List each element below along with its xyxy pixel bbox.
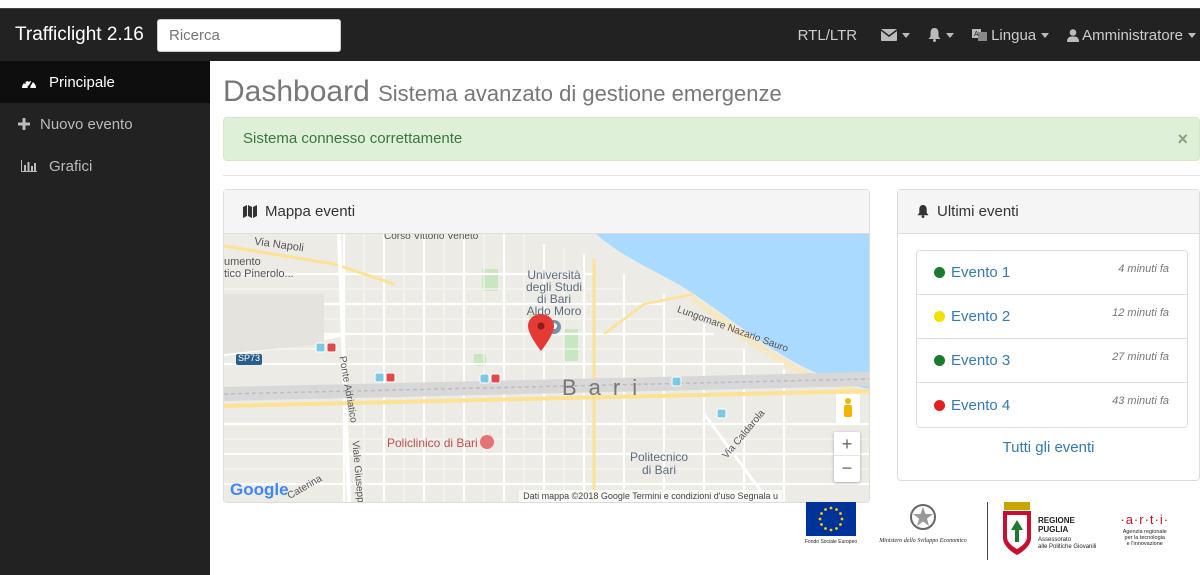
- event-name: Evento 4: [951, 396, 1011, 414]
- arti-logo: ·a·r·t·i· Agenzia regionale per la tecno…: [1120, 512, 1170, 547]
- map-label-sp73: SP73: [238, 353, 261, 363]
- envelope-icon: [881, 29, 898, 41]
- event-time: 4 minuti fa: [1118, 263, 1169, 275]
- events-panel-heading: Ultimi eventi: [898, 190, 1199, 234]
- zoom-in-button[interactable]: +: [834, 432, 860, 456]
- user-icon: [1067, 28, 1080, 42]
- eu-caption: Fondo Sociale Europeo: [804, 539, 858, 545]
- bell-icon: [928, 28, 941, 42]
- sidebar-item-principale[interactable]: Principale: [0, 61, 210, 103]
- page-subtitle: Sistema avanzato di gestione emergenze: [378, 81, 782, 106]
- map-panel-title: Mappa eventi: [265, 203, 356, 220]
- messages-dropdown[interactable]: [881, 29, 911, 41]
- google-logo: Google: [230, 480, 289, 499]
- alert-text: Sistema connesso correttamente: [243, 130, 463, 147]
- zoom-out-button[interactable]: −: [834, 456, 860, 480]
- all-events-link[interactable]: Tutti gli eventi: [898, 439, 1199, 456]
- bar-chart-icon: [18, 160, 40, 172]
- chevron-down-icon: [946, 32, 955, 38]
- events-list: Evento 1 4 minuti fa Evento 2 12 minuti …: [916, 250, 1188, 428]
- zoom-controls: + −: [834, 432, 860, 482]
- close-icon[interactable]: ×: [1177, 129, 1188, 150]
- map-attribution: Dati mappa ©2018 Google Termini e condiz…: [519, 490, 782, 502]
- map-panel-heading: Mappa eventi: [224, 190, 869, 234]
- user-dropdown[interactable]: Amministratore: [1067, 27, 1196, 44]
- events-panel: Ultimi eventi Evento 1 4 minuti fa Event…: [897, 189, 1200, 481]
- regione-puglia-logo: REGIONE PUGLIA Assessorato alle Politich…: [1002, 502, 1096, 556]
- chevron-down-icon: [1188, 32, 1196, 38]
- page-title: Dashboard Sistema avanzato di gestione e…: [223, 75, 1200, 109]
- status-dot: [934, 311, 945, 322]
- puglia-shield-icon: [1003, 502, 1031, 555]
- regione-text: REGIONE PUGLIA Assessorato alle Politich…: [1038, 516, 1097, 550]
- map-label-monumento: umento: [224, 256, 261, 268]
- status-dot: [934, 355, 945, 366]
- status-dot: [934, 399, 945, 411]
- map-label-pinerolo: tico Pinerolo...: [224, 268, 294, 280]
- list-item-evento-2[interactable]: Evento 2 12 minuti fa: [917, 295, 1187, 339]
- main-content: Dashboard Sistema avanzato di gestione e…: [223, 61, 1200, 176]
- chevron-down-icon: [902, 32, 911, 38]
- map-view[interactable]: Via Napoli Corso Vittorio Veneto umento …: [224, 234, 869, 502]
- language-icon: A: [972, 29, 988, 41]
- arti-wordmark: ·a·r·t·i·: [1120, 512, 1170, 527]
- alerts-dropdown[interactable]: [928, 28, 955, 42]
- status-dot: [934, 267, 945, 278]
- event-name: Evento 1: [951, 264, 1011, 281]
- eu-logo: Fondo Sociale Europeo: [805, 502, 857, 545]
- sidebar-item-label: Grafici: [49, 157, 93, 175]
- ministero-logo: Ministero dello Sviluppo Economico: [871, 502, 975, 544]
- bell-icon: [917, 205, 929, 218]
- event-time: 27 minuti fa: [1112, 351, 1169, 363]
- dashboard-icon: [18, 76, 40, 89]
- user-label: Amministratore: [1082, 26, 1183, 44]
- map-panel: Mappa eventi Via Napoli Corso Vittorio V…: [223, 189, 870, 503]
- logo-divider: [987, 502, 988, 560]
- status-alert: Sistema connesso correttamente ×: [223, 117, 1200, 161]
- list-item-evento-1[interactable]: Evento 1 4 minuti fa: [917, 251, 1187, 295]
- event-time: 43 minuti fa: [1112, 395, 1169, 407]
- divider: [223, 175, 1200, 176]
- language-label: Lingua: [991, 26, 1037, 44]
- search-input[interactable]: [157, 18, 341, 52]
- event-name: Evento 3: [951, 352, 1011, 369]
- sidebar-item-label: Principale: [49, 73, 115, 91]
- app-brand[interactable]: Trafficlight 2.16: [15, 24, 157, 46]
- language-dropdown[interactable]: A Lingua: [972, 26, 1050, 44]
- rtl-ltr-toggle[interactable]: RTL/LTR: [798, 27, 857, 44]
- rtl-ltr-label: RTL/LTR: [797, 26, 858, 44]
- chevron-down-icon: [1041, 32, 1050, 38]
- window-top-edge: [0, 0, 1200, 9]
- sidebar-item-nuovo-evento[interactable]: Nuovo evento: [0, 103, 210, 145]
- events-panel-title: Ultimi eventi: [937, 203, 1019, 220]
- sidebar-item-grafici[interactable]: Grafici: [0, 145, 210, 187]
- map-label-universita: Università degli Studi di Bari Aldo Moro: [526, 268, 583, 318]
- top-navbar: Trafficlight 2.16 RTL/LTR A Lingua Ammin…: [0, 9, 1200, 61]
- map-label-politecnico: Politecnico di Bari: [630, 450, 689, 477]
- map-label-policlinico: Policlinico di Bari: [387, 436, 478, 450]
- emblem-icon: [910, 504, 936, 530]
- eu-flag-icon: [806, 502, 856, 536]
- event-name: Evento 2: [951, 308, 1011, 325]
- map-label-vittorio-veneto: Corso Vittorio Veneto: [384, 234, 479, 242]
- sidebar-item-label: Nuovo evento: [40, 115, 133, 133]
- sidebar: Principale Nuovo evento Grafici: [0, 61, 210, 575]
- svg-text:A: A: [974, 31, 979, 38]
- page-title-text: Dashboard: [223, 75, 370, 108]
- event-time: 12 minuti fa: [1112, 307, 1169, 319]
- map-icon: [243, 205, 257, 218]
- plus-icon: [17, 118, 31, 130]
- footer-logos: Fondo Sociale Europeo Ministero dello Sv…: [805, 502, 1169, 562]
- list-item-evento-4[interactable]: Evento 4 43 minuti fa: [917, 383, 1187, 427]
- navbar-right: RTL/LTR A Lingua Amministratore: [798, 9, 1200, 61]
- list-item-evento-3[interactable]: Evento 3 27 minuti fa: [917, 339, 1187, 383]
- ministero-caption: Ministero dello Sviluppo Economico: [879, 538, 967, 544]
- map-label-bari: Bari: [562, 375, 650, 400]
